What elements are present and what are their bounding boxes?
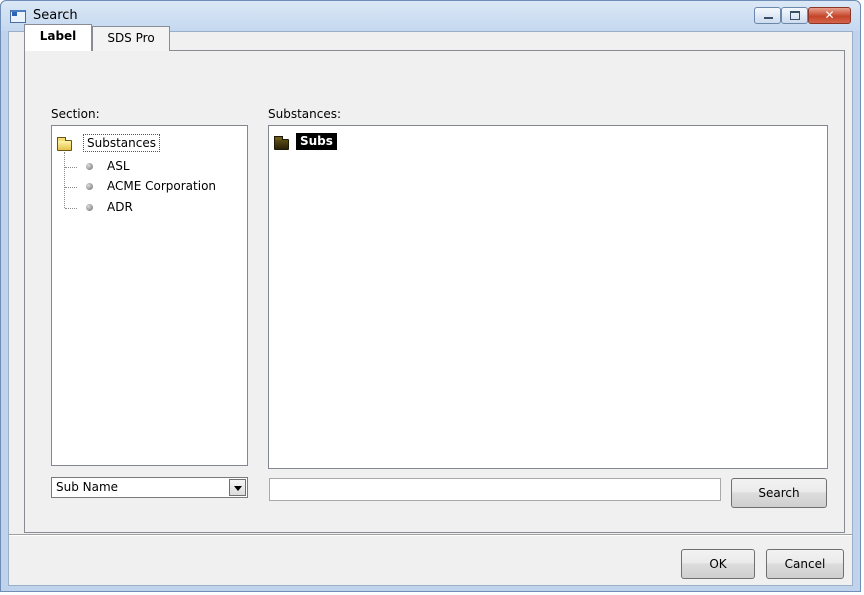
tree-connector xyxy=(64,152,65,208)
bullet-icon xyxy=(86,183,93,190)
window-title: Search xyxy=(33,8,78,23)
search-input[interactable] xyxy=(269,478,721,501)
tree-node-acme-corporation[interactable]: ACME Corporation xyxy=(107,179,216,193)
field-select[interactable]: Sub Name xyxy=(51,477,248,498)
tree-connector xyxy=(65,187,77,188)
chevron-down-icon[interactable] xyxy=(229,479,246,496)
tab-label[interactable]: Label xyxy=(24,24,92,51)
field-select-value: Sub Name xyxy=(56,480,119,494)
tree-node-asl[interactable]: ASL xyxy=(107,159,130,173)
folder-icon xyxy=(274,136,289,150)
bullet-icon xyxy=(86,204,93,211)
application-window-icon xyxy=(10,10,26,23)
search-button[interactable]: Search xyxy=(731,478,827,508)
substances-label: Substances: xyxy=(268,107,342,121)
minimize-button[interactable] xyxy=(754,7,781,24)
maximize-button[interactable] xyxy=(781,7,808,24)
tree-connector xyxy=(65,208,77,209)
close-icon: ✕ xyxy=(824,8,835,22)
section-label: Section: xyxy=(51,107,100,121)
tree-node-adr[interactable]: ADR xyxy=(107,200,133,214)
tab-sds-pro[interactable]: SDS Pro xyxy=(92,26,170,51)
open-folder-icon xyxy=(57,137,72,151)
substances-list[interactable] xyxy=(268,125,828,469)
tree-connector xyxy=(65,167,77,168)
bullet-icon xyxy=(86,163,93,170)
section-tree[interactable] xyxy=(51,125,248,466)
close-button[interactable]: ✕ xyxy=(808,7,851,24)
footer-separator xyxy=(9,534,852,536)
cancel-button[interactable]: Cancel xyxy=(766,549,844,579)
ok-button[interactable]: OK xyxy=(681,549,755,579)
tree-node-substances[interactable]: Substances xyxy=(83,134,160,152)
list-item-subs[interactable]: Subs xyxy=(296,133,337,150)
